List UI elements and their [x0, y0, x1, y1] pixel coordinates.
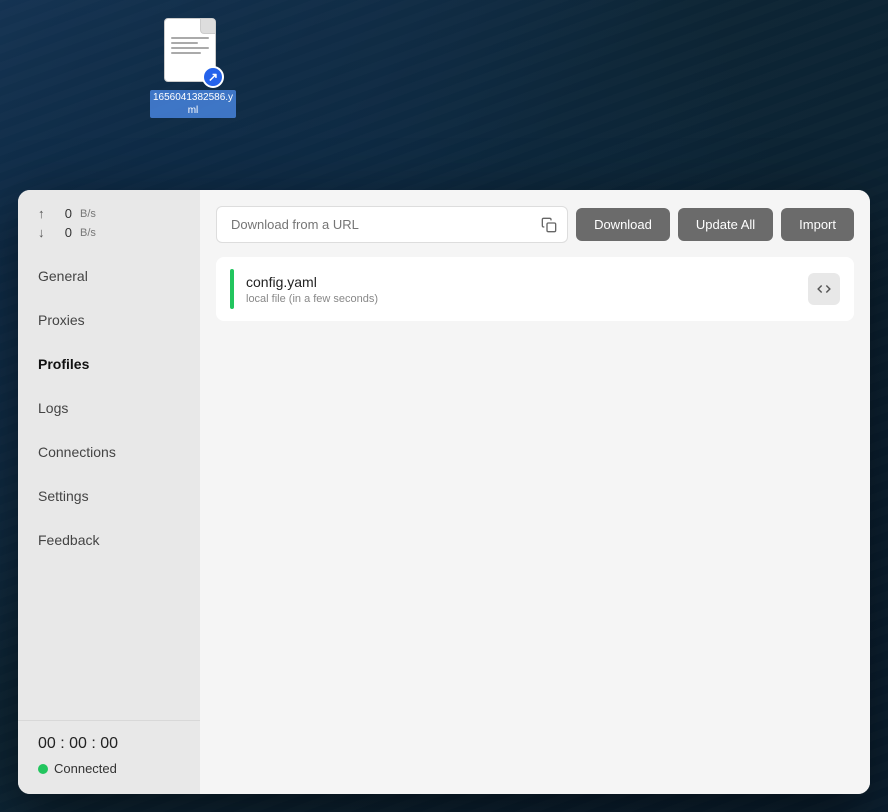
connection-status: Connected	[38, 761, 180, 776]
download-button[interactable]: Download	[576, 208, 670, 241]
profile-name: config.yaml	[246, 274, 808, 290]
url-input-wrapper	[216, 206, 568, 243]
main-content: Download Update All Import config.yaml l…	[200, 190, 870, 794]
desktop-file-icon[interactable]: ↗ 1656041382586.y ml	[148, 18, 238, 118]
session-timer: 00 : 00 : 00	[38, 735, 180, 753]
url-input[interactable]	[217, 207, 531, 242]
profile-info: config.yaml local file (in a few seconds…	[246, 274, 808, 305]
sidebar-item-settings[interactable]: Settings	[18, 474, 200, 518]
download-unit: B/s	[80, 227, 96, 239]
download-stat: ↓ 0 B/s	[38, 225, 180, 240]
file-icon-label: 1656041382586.y ml	[150, 90, 236, 118]
sidebar-item-proxies[interactable]: Proxies	[18, 298, 200, 342]
profiles-list: config.yaml local file (in a few seconds…	[216, 257, 854, 778]
cursor-icon: ↗	[202, 66, 224, 88]
network-stats: ↑ 0 B/s ↓ 0 B/s	[18, 190, 200, 250]
profile-item[interactable]: config.yaml local file (in a few seconds…	[216, 257, 854, 321]
sidebar-nav: General Proxies Profiles Logs Connection…	[18, 250, 200, 720]
copy-url-button[interactable]	[531, 209, 567, 241]
profile-active-indicator	[230, 269, 234, 309]
import-button[interactable]: Import	[781, 208, 854, 241]
app-window: ↑ 0 B/s ↓ 0 B/s General Proxies Profiles…	[18, 190, 870, 794]
toolbar: Download Update All Import	[216, 206, 854, 243]
status-dot-icon	[38, 764, 48, 774]
sidebar-footer: 00 : 00 : 00 Connected	[18, 720, 200, 794]
sidebar-item-connections[interactable]: Connections	[18, 430, 200, 474]
sidebar-item-logs[interactable]: Logs	[18, 386, 200, 430]
update-all-button[interactable]: Update All	[678, 208, 773, 241]
profile-code-button[interactable]	[808, 273, 840, 305]
upload-unit: B/s	[80, 208, 96, 220]
sidebar-item-profiles[interactable]: Profiles	[18, 342, 200, 386]
sidebar: ↑ 0 B/s ↓ 0 B/s General Proxies Profiles…	[18, 190, 200, 794]
connection-status-label: Connected	[54, 761, 117, 776]
download-arrow: ↓	[38, 225, 48, 240]
sidebar-item-general[interactable]: General	[18, 254, 200, 298]
sidebar-item-feedback[interactable]: Feedback	[18, 518, 200, 562]
upload-value: 0	[56, 206, 72, 221]
download-value: 0	[56, 225, 72, 240]
upload-arrow: ↑	[38, 206, 48, 221]
profile-description: local file (in a few seconds)	[246, 293, 808, 305]
upload-stat: ↑ 0 B/s	[38, 206, 180, 221]
